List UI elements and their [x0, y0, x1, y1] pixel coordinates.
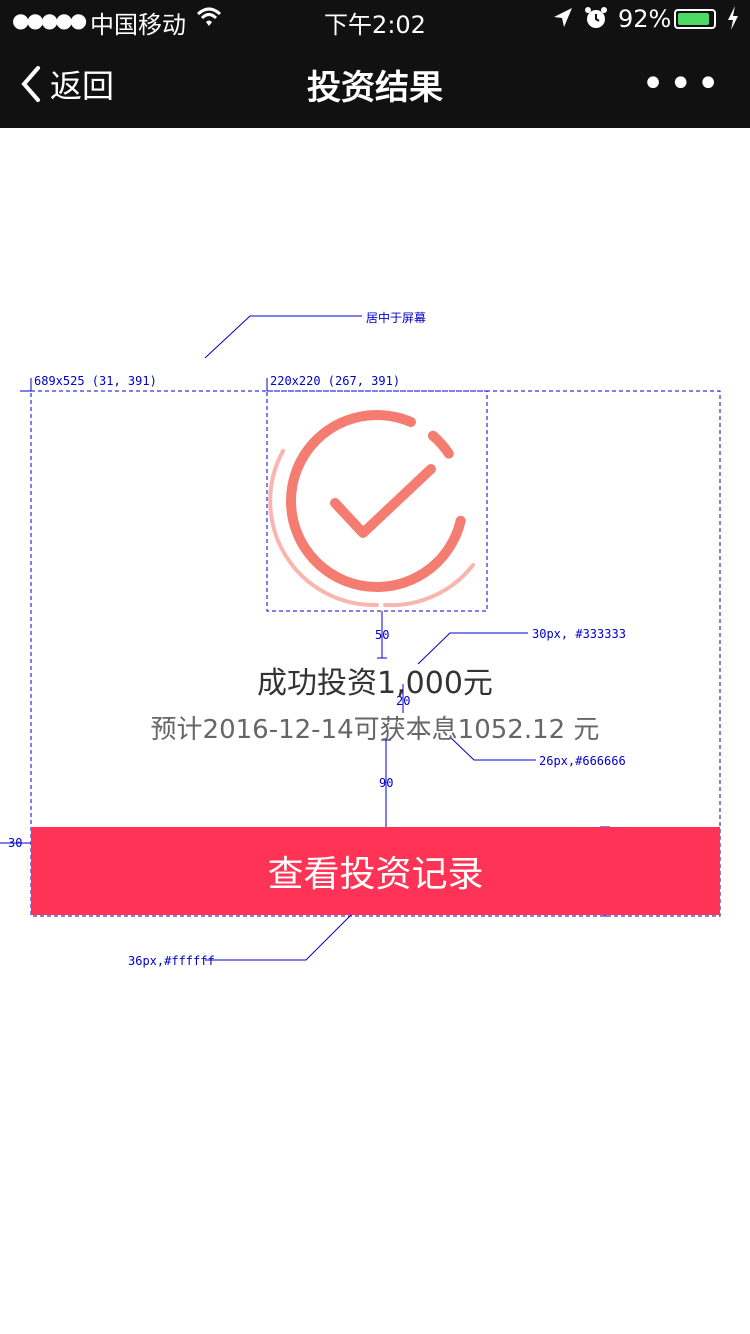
battery-percent: 92% — [618, 5, 672, 33]
view-investment-records-button[interactable]: 查看投资记录 — [31, 827, 720, 915]
annotation-button-margin: 30 — [8, 836, 23, 850]
more-options-button[interactable]: ••• — [641, 64, 724, 104]
navigation-bar: 返回 投资结果 ••• — [0, 40, 750, 128]
page-title: 投资结果 — [307, 68, 443, 108]
status-bar: ●●●●● 中国移动 下午2:02 92% — [0, 0, 750, 40]
success-check-icon — [267, 391, 487, 611]
expected-return-text: 预计2016-12-14可获本息1052.12 元 — [150, 715, 600, 745]
battery-icon — [674, 9, 716, 29]
charging-bolt-icon — [726, 4, 740, 38]
success-title: 成功投资1,000元 — [257, 666, 493, 701]
annotation-gap-icon-text: 50 — [375, 628, 390, 642]
annotation-title-spec: 30px, #333333 — [532, 627, 626, 641]
annotation-icon-box-size: 220x220 (267, 391) — [270, 374, 401, 388]
annotation-button-spec: 36px,#ffffff — [128, 954, 215, 968]
button-label: 查看投资记录 — [267, 854, 484, 895]
annotation-center-note: 居中于屏幕 — [366, 311, 427, 325]
annotation-subtitle-spec: 26px,#666666 — [539, 754, 626, 768]
annotation-main-box-size: 689x525 (31, 391) — [34, 374, 157, 388]
annotation-gap-subtitle-button: 90 — [379, 776, 394, 790]
alarm-clock-icon — [584, 4, 608, 38]
location-arrow-icon — [552, 5, 574, 37]
